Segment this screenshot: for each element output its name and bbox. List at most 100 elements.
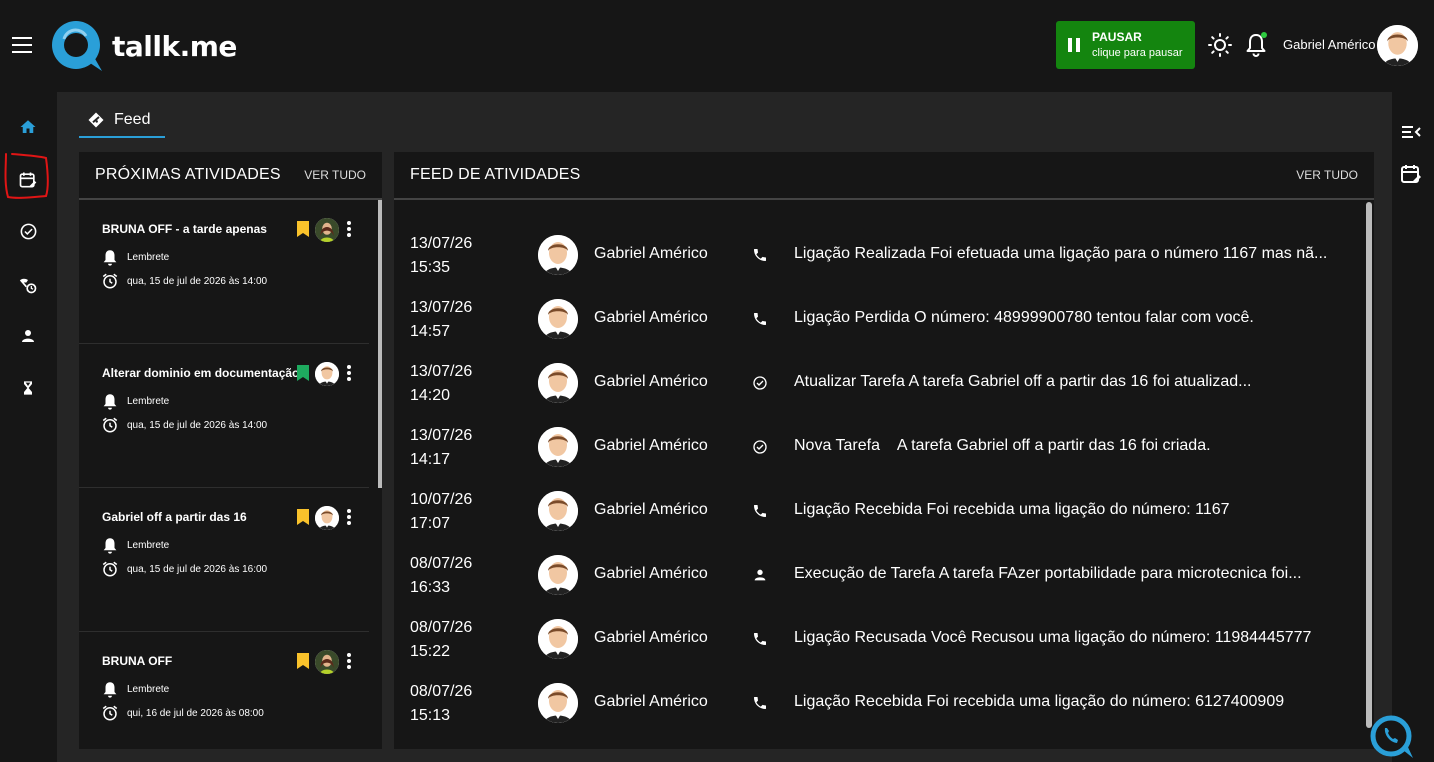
tab-feed-label: Feed bbox=[114, 111, 151, 128]
collapse-panel-icon[interactable] bbox=[1399, 120, 1423, 144]
logo-text: tallk.me bbox=[112, 29, 237, 63]
upcoming-item[interactable]: Alterar dominio em documentação Lembrete… bbox=[79, 344, 369, 488]
feed-row-date: 13/07/26 bbox=[410, 235, 473, 252]
upcoming-item[interactable]: BRUNA OFF Lembrete qui, 16 de jul de 202… bbox=[79, 632, 369, 749]
feed-row-datetime: 08/07/26 15:13 bbox=[410, 680, 472, 728]
feed-tag-icon bbox=[88, 112, 104, 128]
upcoming-item-datetime: qua, 15 de jul de 2026 às 14:00 bbox=[127, 419, 268, 431]
alarm-clock-icon bbox=[102, 273, 118, 289]
feed-row-avatar bbox=[538, 555, 578, 595]
check-circle-icon bbox=[752, 439, 768, 455]
feed-row-datetime: 13/07/26 14:57 bbox=[410, 296, 472, 344]
upcoming-item[interactable]: BRUNA OFF - a tarde apenas Lembrete qua,… bbox=[79, 200, 369, 344]
alarm-clock-icon bbox=[102, 705, 118, 721]
nav-tasks-check-icon[interactable] bbox=[16, 219, 40, 243]
menu-icon[interactable] bbox=[12, 37, 32, 53]
upcoming-item-datetime: qua, 15 de jul de 2026 às 16:00 bbox=[127, 563, 268, 575]
feed-row[interactable]: 13/07/26 14:17 Gabriel Américo Nova Tare… bbox=[394, 416, 1354, 480]
upcoming-item-title: BRUNA OFF - a tarde apenas bbox=[102, 222, 267, 236]
feed-row-avatar bbox=[538, 619, 578, 659]
more-options-icon[interactable] bbox=[345, 364, 353, 382]
nav-home-icon[interactable] bbox=[16, 115, 40, 139]
feed-row-time: 15:22 bbox=[410, 643, 451, 660]
notification-dot bbox=[1261, 32, 1267, 38]
activity-feed-card: FEED DE ATIVIDADES VER TUDO 13/07/26 15:… bbox=[394, 152, 1374, 749]
sun-icon[interactable] bbox=[1208, 33, 1232, 57]
pause-icon bbox=[1068, 38, 1080, 52]
left-nav-rail bbox=[0, 92, 57, 762]
phone-icon bbox=[752, 695, 768, 711]
bookmark-icon[interactable] bbox=[296, 652, 310, 670]
upcoming-activities-card: PRÓXIMAS ATIVIDADES VER TUDO BRUNA OFF -… bbox=[79, 152, 382, 749]
feed-row-datetime: 13/07/26 15:35 bbox=[410, 232, 472, 280]
feed-row-user: Gabriel Américo bbox=[594, 565, 708, 582]
notification-bell-icon[interactable] bbox=[1244, 32, 1268, 58]
feed-row-datetime: 13/07/26 14:17 bbox=[410, 424, 472, 472]
feed-row-text: Ligação Recusada Você Recusou uma ligaçã… bbox=[794, 629, 1312, 646]
upcoming-item-datetime: qui, 16 de jul de 2026 às 08:00 bbox=[127, 707, 264, 719]
calendar-edit-icon[interactable] bbox=[1399, 162, 1423, 186]
feed-row[interactable]: 13/07/26 15:35 Gabriel Américo Ligação R… bbox=[394, 224, 1354, 288]
more-options-icon[interactable] bbox=[345, 652, 353, 670]
feed-row-user: Gabriel Américo bbox=[594, 245, 708, 262]
upcoming-title: PRÓXIMAS ATIVIDADES bbox=[95, 166, 281, 183]
upcoming-item-title: Gabriel off a partir das 16 bbox=[102, 510, 247, 524]
pause-subtitle: clique para pausar bbox=[1092, 46, 1183, 59]
upcoming-scrollbar[interactable] bbox=[378, 200, 382, 488]
upcoming-item-title: Alterar dominio em documentação bbox=[102, 366, 300, 380]
feed-row-text: Nova Tarefa A tarefa Gabriel off a parti… bbox=[794, 437, 1211, 454]
user-avatar[interactable] bbox=[1377, 25, 1418, 66]
feed-row-date: 08/07/26 bbox=[410, 619, 473, 636]
upcoming-item-avatar bbox=[315, 218, 339, 242]
right-rail bbox=[1392, 92, 1434, 762]
bookmark-icon[interactable] bbox=[296, 220, 310, 238]
upcoming-item-avatar bbox=[315, 362, 339, 386]
feed-row-date: 08/07/26 bbox=[410, 683, 473, 700]
upcoming-list[interactable]: BRUNA OFF - a tarde apenas Lembrete qua,… bbox=[79, 200, 382, 749]
alarm-clock-icon bbox=[102, 561, 118, 577]
logo[interactable]: tallk.me bbox=[50, 19, 237, 73]
feed-row[interactable]: 13/07/26 14:20 Gabriel Américo Atualizar… bbox=[394, 352, 1354, 416]
top-bar: tallk.me PAUSAR clique para pausar Gabri… bbox=[0, 0, 1434, 92]
feed-row[interactable]: 10/07/26 17:07 Gabriel Américo Ligação R… bbox=[394, 480, 1354, 544]
nav-contacts-person-icon[interactable] bbox=[16, 324, 40, 348]
user-name[interactable]: Gabriel Américo bbox=[1283, 37, 1375, 53]
nav-calendar-edit-icon[interactable] bbox=[16, 168, 40, 192]
nav-hourglass-icon[interactable] bbox=[16, 376, 40, 400]
feed-row-avatar bbox=[538, 363, 578, 403]
feed-row-user: Gabriel Américo bbox=[594, 437, 708, 454]
bookmark-icon[interactable] bbox=[296, 364, 310, 382]
upcoming-item-datetime: qua, 15 de jul de 2026 às 14:00 bbox=[127, 275, 268, 287]
upcoming-item[interactable]: Gabriel off a partir das 16 Lembrete qua… bbox=[79, 488, 369, 632]
feed-row-time: 17:07 bbox=[410, 515, 451, 532]
feed-row[interactable]: 13/07/26 14:57 Gabriel Américo Ligação P… bbox=[394, 288, 1354, 352]
feed-row-date: 13/07/26 bbox=[410, 427, 473, 444]
feed-row-date: 10/07/26 bbox=[410, 491, 473, 508]
feed-row[interactable]: 08/07/26 15:13 Gabriel Américo Ligação R… bbox=[394, 672, 1354, 736]
feed-list[interactable]: 13/07/26 15:35 Gabriel Américo Ligação R… bbox=[394, 200, 1374, 749]
bookmark-icon[interactable] bbox=[296, 508, 310, 526]
upcoming-see-all-link[interactable]: VER TUDO bbox=[304, 168, 366, 182]
check-circle-icon bbox=[752, 375, 768, 391]
feed-row[interactable]: 08/07/26 15:22 Gabriel Américo Ligação R… bbox=[394, 608, 1354, 672]
feed-scrollbar[interactable] bbox=[1366, 202, 1372, 728]
feed-row-date: 13/07/26 bbox=[410, 299, 473, 316]
upcoming-item-avatar bbox=[315, 506, 339, 530]
feed-see-all-link[interactable]: VER TUDO bbox=[1296, 168, 1358, 182]
pause-button[interactable]: PAUSAR clique para pausar bbox=[1056, 21, 1195, 69]
more-options-icon[interactable] bbox=[345, 508, 353, 526]
feed-row-avatar bbox=[538, 235, 578, 275]
call-widget-button[interactable] bbox=[1369, 714, 1415, 760]
more-options-icon[interactable] bbox=[345, 220, 353, 238]
upcoming-item-type: Lembrete bbox=[127, 395, 170, 407]
feed-row-avatar bbox=[538, 427, 578, 467]
feed-row-user: Gabriel Américo bbox=[594, 501, 708, 518]
bell-icon bbox=[103, 250, 117, 266]
feed-row-avatar bbox=[538, 299, 578, 339]
feed-row[interactable]: 08/07/26 16:33 Gabriel Américo Execução … bbox=[394, 544, 1354, 608]
nav-call-history-icon[interactable] bbox=[16, 273, 40, 297]
phone-icon bbox=[752, 631, 768, 647]
feed-row-datetime: 08/07/26 15:22 bbox=[410, 616, 472, 664]
tab-feed[interactable]: Feed bbox=[79, 104, 165, 138]
feed-row-text: Ligação Recebida Foi recebida uma ligaçã… bbox=[794, 693, 1285, 710]
